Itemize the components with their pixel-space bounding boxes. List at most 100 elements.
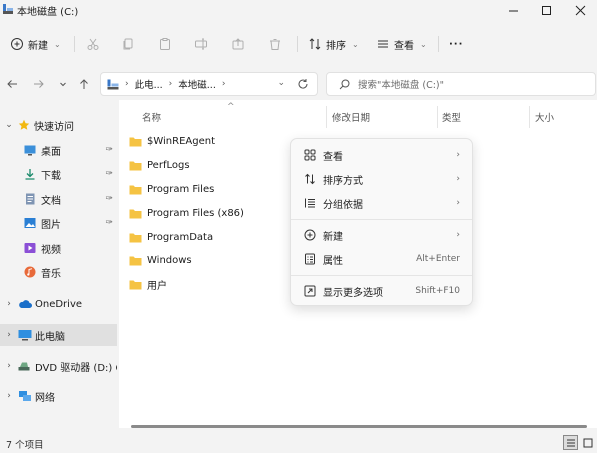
sort-button[interactable]: 排序 ⌄	[308, 34, 359, 54]
trash-icon	[270, 39, 280, 50]
sidebar-item-label: 音乐	[41, 268, 61, 280]
pin-icon[interactable]: ✑	[105, 145, 113, 155]
column-divider[interactable]	[437, 106, 438, 128]
search-box[interactable]: 搜索"本地磁盘 (C:)"	[326, 72, 596, 96]
dvd-icon	[18, 362, 30, 371]
copy-icon	[123, 38, 133, 50]
details-view-button[interactable]	[563, 435, 578, 450]
tiles-view-icon	[583, 438, 592, 447]
sidebar-item-onedrive[interactable]: › OneDrive	[0, 293, 117, 315]
share-button[interactable]	[231, 34, 245, 54]
sidebar-item-network[interactable]: › 网络	[0, 385, 117, 407]
sidebar-item-downloads[interactable]: 下载 ✑	[0, 163, 117, 185]
sidebar-item-desktop[interactable]: 桌面 ✑	[0, 139, 117, 161]
arrow-up-icon	[80, 79, 88, 89]
pin-icon[interactable]: ✑	[105, 218, 113, 228]
close-icon	[575, 5, 585, 15]
file-name: PerfLogs	[147, 159, 190, 171]
column-header-size[interactable]: 大小	[535, 110, 554, 124]
breadcrumb-local-disk[interactable]: 本地磁...	[178, 77, 216, 91]
copy-button[interactable]	[121, 34, 135, 54]
column-header-modified[interactable]: 修改日期	[332, 110, 370, 124]
view-lines-icon	[378, 40, 388, 48]
back-button[interactable]	[4, 76, 20, 92]
paste-button[interactable]	[158, 34, 172, 54]
chevron-right-icon: ›	[456, 174, 460, 184]
toolbar-divider	[438, 36, 439, 52]
forward-button[interactable]	[31, 76, 47, 92]
chevron-down-icon[interactable]: ⌄	[4, 120, 14, 130]
menu-item-show-more-options[interactable]: 显示更多选项 Shift+F10	[297, 279, 468, 303]
recent-locations-button[interactable]	[55, 76, 71, 92]
sort-ascending-icon: ^	[227, 102, 235, 112]
menu-item-sort-by[interactable]: 排序方式 ›	[297, 167, 468, 191]
up-button[interactable]	[76, 76, 92, 92]
share-icon	[232, 38, 244, 50]
list-item[interactable]: PerfLogs	[129, 154, 289, 176]
folder-icon	[129, 233, 142, 242]
sidebar-item-quick-access[interactable]: ⌄ 快速访问	[0, 114, 117, 136]
drive-icon	[107, 79, 119, 89]
refresh-icon[interactable]	[297, 78, 309, 90]
menu-item-new[interactable]: 新建 ›	[297, 223, 468, 247]
scissors-icon	[87, 38, 99, 50]
list-item[interactable]: ProgramData	[129, 226, 289, 248]
download-icon	[25, 169, 35, 180]
list-item[interactable]: Program Files (x86)	[129, 202, 289, 224]
chevron-right-icon[interactable]: ›	[4, 330, 14, 340]
address-bar[interactable]: › 此电... › 本地磁... › ⌄	[100, 72, 318, 96]
delete-button[interactable]	[268, 34, 282, 54]
group-icon	[304, 198, 315, 208]
sidebar-item-this-pc[interactable]: › 此电脑	[0, 324, 117, 346]
more-options-icon	[304, 285, 315, 297]
pin-icon[interactable]: ✑	[105, 194, 113, 204]
address-dropdown-icon[interactable]: ⌄	[277, 78, 285, 88]
list-item[interactable]: $WinREAgent	[129, 130, 289, 152]
sidebar-item-music[interactable]: 音乐	[0, 261, 117, 283]
chevron-right-icon[interactable]: ›	[222, 79, 226, 89]
list-item[interactable]: Windows	[129, 249, 289, 271]
cut-button[interactable]	[86, 34, 100, 54]
file-name: Program Files (x86)	[147, 207, 244, 219]
search-placeholder: 搜索"本地磁盘 (C:)"	[358, 80, 445, 91]
new-button[interactable]: 新建 ⌄	[10, 34, 61, 54]
sidebar-item-dvd-drive[interactable]: › DVD 驱动器 (D:) CP	[0, 355, 117, 377]
chevron-right-icon[interactable]: ›	[4, 361, 14, 371]
horizontal-scrollbar[interactable]	[131, 425, 587, 428]
address-row: › 此电... › 本地磁... › ⌄ 搜索"本地磁盘 (C:)"	[0, 68, 597, 100]
chevron-right-icon[interactable]: ›	[4, 391, 14, 401]
menu-item-group-by[interactable]: 分组依据 ›	[297, 191, 468, 215]
list-item[interactable]: 用户	[129, 273, 289, 295]
rename-button[interactable]	[194, 34, 208, 54]
sidebar-item-videos[interactable]: 视频	[0, 237, 117, 259]
column-header-type[interactable]: 类型	[442, 110, 461, 124]
menu-divider	[291, 275, 472, 276]
shortcut-text: Shift+F10	[415, 286, 460, 296]
menu-item-label: 显示更多选项	[323, 287, 383, 299]
pin-icon[interactable]: ✑	[105, 169, 113, 179]
menu-item-properties[interactable]: 属性 Alt+Enter	[297, 247, 468, 271]
column-divider[interactable]	[326, 106, 327, 128]
more-button[interactable]: ···	[449, 34, 463, 54]
command-bar: 新建 ⌄ 排序 ⌄ 查看 ⌄ ···	[0, 26, 597, 60]
sidebar-item-pictures[interactable]: 图片 ✑	[0, 212, 117, 234]
menu-item-view[interactable]: 查看 ›	[297, 143, 468, 167]
sidebar-item-documents[interactable]: 文档 ✑	[0, 188, 117, 210]
sidebar-item-label: 桌面	[41, 146, 61, 158]
maximize-button[interactable]	[529, 0, 563, 20]
chevron-right-icon[interactable]: ›	[4, 299, 14, 309]
list-item[interactable]: Program Files	[129, 178, 289, 200]
sidebar-item-label: DVD 驱动器 (D:) CP	[35, 362, 117, 374]
breadcrumb-this-pc[interactable]: 此电...	[135, 77, 163, 91]
arrow-right-icon	[34, 80, 44, 88]
details-view-icon	[566, 439, 575, 446]
column-header-name[interactable]: 名称	[142, 110, 161, 124]
minimize-button[interactable]	[496, 0, 530, 20]
folder-icon	[129, 280, 142, 289]
chevron-right-icon: ›	[125, 79, 129, 89]
tiles-view-button[interactable]	[580, 435, 595, 450]
plus-circle-icon	[304, 229, 315, 241]
view-button[interactable]: 查看 ⌄	[376, 34, 427, 54]
close-button[interactable]	[563, 0, 597, 20]
column-divider[interactable]	[529, 106, 530, 128]
